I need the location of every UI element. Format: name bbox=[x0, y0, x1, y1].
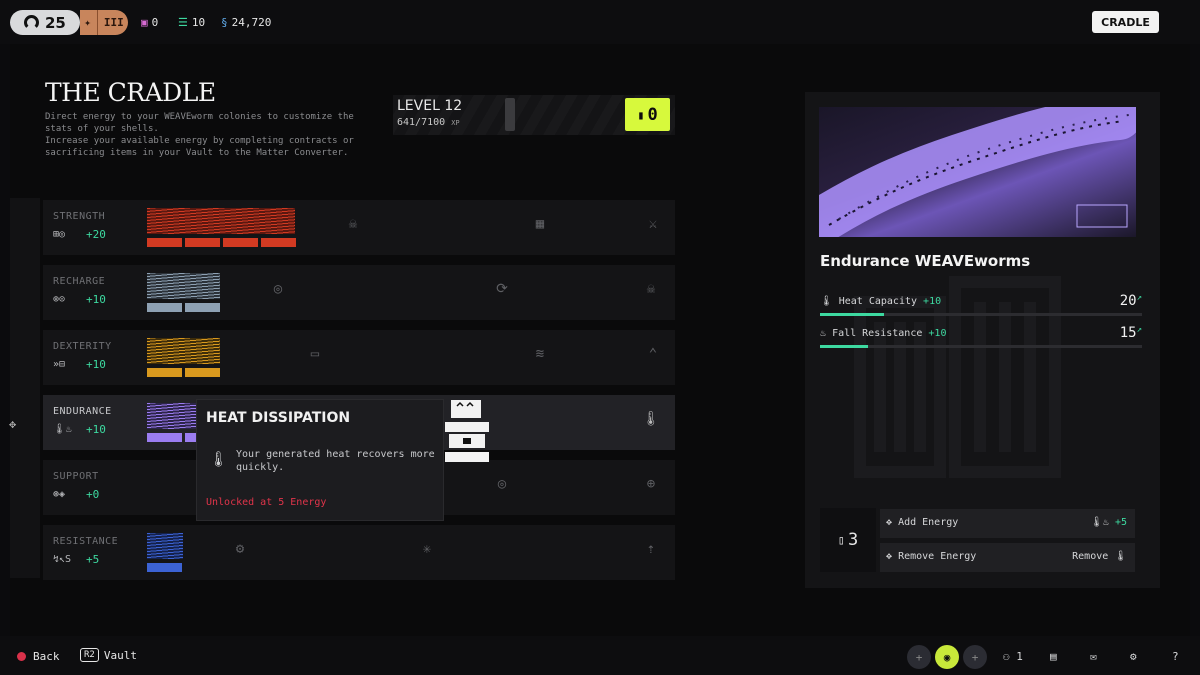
r2-key-icon: R2 bbox=[80, 648, 99, 662]
mail-icon[interactable]: ✉ bbox=[1090, 650, 1097, 663]
stat-row-recharge[interactable]: RECHARGE ⊚⊙ +10 ◎ ⟳ ☠ bbox=[43, 265, 675, 320]
stat-row-strength[interactable]: STRENGTH ⊞◎ +20 ☠ ▦ ⚔ bbox=[43, 200, 675, 255]
tooltip-unlock-requirement: Unlocked at 5 Energy bbox=[206, 497, 327, 508]
dexterity-worm-graphic bbox=[147, 338, 220, 377]
thermometer-icon: 🌡♨ bbox=[1090, 517, 1109, 528]
node-gear-icon[interactable]: ⚙ bbox=[230, 539, 250, 559]
node-burst-icon[interactable]: ✳ bbox=[417, 539, 437, 559]
fall-icon: ♨ bbox=[820, 328, 827, 339]
squad-slot-1[interactable]: + bbox=[907, 645, 931, 669]
node-chevron-up-icon[interactable]: ⌃ bbox=[643, 344, 663, 364]
node-support-icon[interactable]: ◎ bbox=[492, 474, 512, 494]
node-skull-icon[interactable]: ☠ bbox=[343, 214, 363, 234]
dpad-icon: ✥ bbox=[886, 551, 893, 562]
chat-icon[interactable]: ▤ bbox=[1050, 650, 1057, 663]
tooltip-title: HEAT DISSIPATION bbox=[206, 410, 351, 426]
battery-icon: ▯ bbox=[837, 533, 845, 547]
currency-icon: § bbox=[221, 16, 228, 29]
cube-icon: ▣ bbox=[141, 16, 148, 29]
node-dash-icon[interactable]: ≋ bbox=[530, 344, 550, 364]
left-rail bbox=[10, 198, 40, 578]
node-grid-icon[interactable]: ▦ bbox=[530, 214, 550, 234]
endurance-icons: 🌡♨ bbox=[53, 424, 72, 435]
dpad-icon: ✥ bbox=[886, 517, 893, 528]
squad-slot-player[interactable]: ◉ bbox=[935, 645, 959, 669]
player-level: 25 bbox=[45, 13, 66, 32]
node-blade-icon[interactable]: ⚔ bbox=[643, 214, 663, 234]
attribute-heat-capacity: 🌡 Heat Capacity +10 20↗ bbox=[820, 293, 1142, 317]
strength-icons: ⊞◎ bbox=[53, 229, 66, 240]
worm-name: Endurance WEAVEworms bbox=[820, 252, 1031, 270]
recharge-worm-graphic bbox=[147, 273, 220, 312]
cube-counter: ▣ 0 bbox=[141, 16, 159, 29]
thermometer-icon: 🌡 bbox=[209, 450, 229, 468]
gear-icon[interactable]: ⚙ bbox=[1130, 650, 1137, 663]
player-level-badge[interactable]: 25 bbox=[10, 10, 80, 35]
page-title: THE CRADLE bbox=[45, 78, 216, 107]
selected-node-heat-dissipation-icon[interactable] bbox=[445, 400, 489, 466]
add-energy-button[interactable]: ✥ Add Energy 🌡♨ +5 bbox=[880, 509, 1135, 538]
stat-row-resistance[interactable]: RESISTANCE ↯↖S +5 ⚙ ✳ ⇡ bbox=[43, 525, 675, 580]
tooltip-description: Your generated heat recovers more quickl… bbox=[236, 449, 435, 473]
node-plus-icon[interactable]: ⊕ bbox=[641, 474, 661, 494]
battery-icon: ▮ bbox=[637, 107, 645, 122]
resistance-worm-graphic bbox=[147, 533, 183, 572]
thermometer-icon: 🌡 bbox=[1114, 551, 1127, 562]
stack-icon: ☰ bbox=[178, 16, 188, 29]
headset-icon bbox=[24, 15, 39, 30]
rank-badge[interactable]: ✦ III bbox=[80, 10, 128, 35]
currency-counter: § 24,720 bbox=[221, 16, 272, 29]
node-camera-icon[interactable]: ◎ bbox=[268, 279, 288, 299]
node-skull-icon[interactable]: ☠ bbox=[641, 279, 661, 299]
stack-counter: ☰ 10 bbox=[178, 16, 206, 29]
weaveworm-image bbox=[819, 107, 1136, 237]
attribute-fall-resistance: ♨ Fall Resistance +10 15↗ bbox=[820, 325, 1142, 349]
squad-members[interactable]: ⚇ 1 bbox=[1003, 650, 1023, 663]
circle-button-icon bbox=[17, 652, 26, 661]
people-icon: ⚇ bbox=[1003, 650, 1010, 663]
squad-slot-2[interactable]: + bbox=[963, 645, 987, 669]
available-energy: ▮ 0 bbox=[625, 98, 670, 131]
cradle-button[interactable]: CRADLE bbox=[1092, 11, 1159, 33]
xp-progress: 641/7100 XP bbox=[397, 117, 460, 128]
back-button[interactable]: Back bbox=[17, 650, 60, 663]
node-recharge-icon[interactable]: ⟳ bbox=[492, 279, 512, 299]
perk-tooltip: HEAT DISSIPATION 🌡 Your generated heat r… bbox=[197, 400, 443, 520]
allocated-energy: ▯ 3 bbox=[820, 508, 876, 572]
page-description: Direct energy to your WEAVEworm colonies… bbox=[45, 112, 354, 158]
remove-energy-button[interactable]: ✥ Remove Energy Remove 🌡 bbox=[880, 543, 1135, 572]
fall-resistance-bar bbox=[820, 345, 868, 348]
rank-numeral: III bbox=[103, 16, 124, 29]
strength-worm-graphic bbox=[147, 208, 296, 247]
support-icons: ⊛◈ bbox=[53, 489, 66, 500]
compass-icon: ✦ bbox=[84, 16, 91, 29]
node-card-icon[interactable]: ▭ bbox=[305, 344, 325, 364]
cursor-icon: ✥ bbox=[9, 417, 17, 431]
level-label: LEVEL 12 bbox=[397, 98, 463, 114]
node-thermometer-icon[interactable]: 🌡 bbox=[641, 409, 661, 429]
node-resist-up-icon[interactable]: ⇡ bbox=[641, 539, 661, 559]
stat-row-dexterity[interactable]: DEXTERITY »⊟ +10 ▭ ≋ ⌃ bbox=[43, 330, 675, 385]
help-icon[interactable]: ? bbox=[1172, 650, 1179, 663]
vault-button[interactable]: R2 Vault bbox=[80, 648, 137, 662]
recharge-icons: ⊚⊙ bbox=[53, 294, 66, 305]
thermometer-icon: 🌡 bbox=[820, 296, 833, 307]
resistance-icons: ↯↖S bbox=[53, 554, 72, 565]
dexterity-icons: »⊟ bbox=[53, 359, 66, 370]
level-progress-bar bbox=[505, 98, 515, 131]
heat-capacity-bar bbox=[820, 313, 884, 316]
